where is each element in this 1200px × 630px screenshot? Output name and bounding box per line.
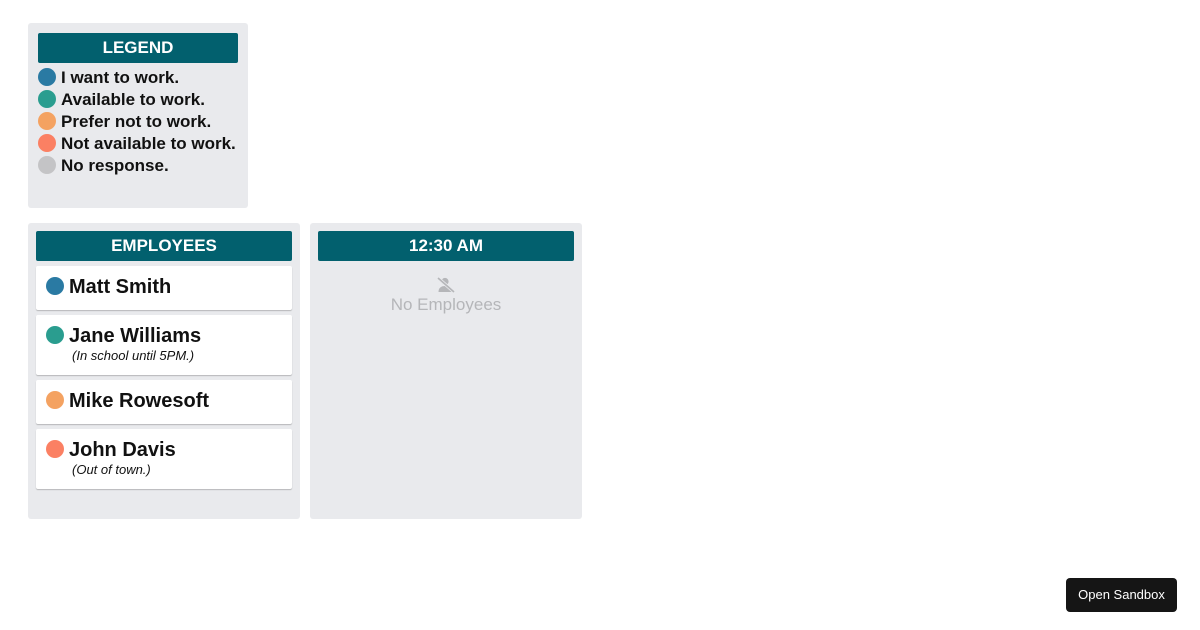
employee-name-row: Jane Williams: [46, 325, 282, 347]
legend-item: Prefer not to work.: [38, 112, 238, 132]
employee-note: (In school until 5PM.): [72, 348, 195, 363]
legend-item: I want to work.: [38, 68, 238, 88]
legend-item: No response.: [38, 156, 238, 176]
employee-name: John Davis: [69, 439, 176, 461]
legend-item-label: No response.: [61, 156, 169, 175]
legend-item: Available to work.: [38, 90, 238, 110]
status-dot-icon: [46, 277, 64, 295]
employee-card-mike-rowesoft[interactable]: Mike Rowesoft: [36, 380, 292, 424]
employee-card-matt-smith[interactable]: Matt Smith: [36, 266, 292, 310]
employee-name: Matt Smith: [69, 276, 172, 298]
employee-name: Jane Williams: [69, 325, 202, 347]
legend-item-label: I want to work.: [61, 68, 180, 87]
status-dot-icon: [46, 326, 64, 344]
status-dot-icon: [38, 90, 56, 108]
employee-card-john-davis[interactable]: John Davis (Out of town.): [36, 429, 292, 489]
employee-name: Mike Rowesoft: [69, 390, 210, 412]
employee-note: (Out of town.): [72, 462, 151, 477]
time-slot-title: 12:30 AM: [318, 231, 574, 261]
empty-state-text: No Employees: [390, 295, 502, 314]
legend-item: Not available to work.: [38, 134, 238, 154]
legend-item-label: Available to work.: [61, 90, 205, 109]
legend-item-label: Not available to work.: [61, 134, 236, 153]
empty-state: No Employees: [318, 277, 574, 315]
employee-name-row: Matt Smith: [46, 276, 282, 298]
status-dot-icon: [38, 112, 56, 130]
status-dot-icon: [38, 156, 56, 174]
status-dot-icon: [38, 68, 56, 86]
time-slot-column[interactable]: 12:30 AM No Employees: [310, 223, 582, 519]
employee-card-jane-williams[interactable]: Jane Williams (In school until 5PM.): [36, 315, 292, 375]
status-dot-icon: [38, 134, 56, 152]
employee-name-row: Mike Rowesoft: [46, 390, 282, 412]
status-dot-icon: [46, 391, 64, 409]
employees-column: EMPLOYEES Matt Smith Jane Williams (In s…: [28, 223, 300, 519]
open-sandbox-button[interactable]: Open Sandbox: [1066, 578, 1177, 612]
legend-list: I want to work. Available to work. Prefe…: [38, 68, 238, 176]
employees-column-title: EMPLOYEES: [36, 231, 292, 261]
status-dot-icon: [46, 440, 64, 458]
legend-item-label: Prefer not to work.: [61, 112, 212, 131]
legend-panel: LEGEND I want to work. Available to work…: [28, 23, 248, 208]
employee-name-row: John Davis: [46, 439, 282, 461]
legend-title: LEGEND: [38, 33, 238, 63]
user-slash-icon: [436, 277, 456, 293]
